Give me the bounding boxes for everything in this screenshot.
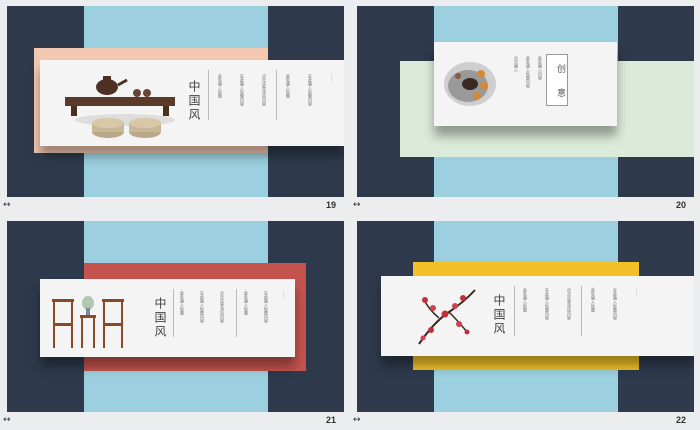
- divider: [173, 289, 174, 337]
- chairs-image: [52, 296, 124, 348]
- slide-thumbnail-20[interactable]: 点击输入 此处输入标题内容 此处输入内容 创 意 ↔ 20: [350, 0, 694, 215]
- text-column: 在此输入标题内容: [308, 74, 313, 106]
- text-column: 此处输入标题: [286, 74, 291, 98]
- slide-canvas: 中国风 此处输入标题 在此输入标题内容 点击这里添加内容 此处输入标题 在此输入…: [357, 221, 694, 412]
- text-column: 此处输入标题: [218, 74, 223, 98]
- slide-title: 中国风: [187, 80, 201, 122]
- transition-icon: ↔: [3, 200, 11, 210]
- content-card: 点击输入 此处输入标题内容 此处输入内容 创 意: [434, 42, 617, 126]
- text-column: 此处输入内容: [538, 56, 543, 80]
- slide-title: 中国风: [153, 297, 167, 339]
- slide-number: 19: [325, 200, 336, 210]
- content-card: 中国风 此处输入标题 在此输入标题内容 点击这里添加内容 此处输入标题 在此输入…: [40, 60, 344, 146]
- text-column: 在此输入标题内容: [200, 291, 205, 323]
- text-column: 点击输入: [514, 56, 519, 72]
- text-column: 在此输入标题内容: [545, 288, 550, 320]
- divider: [514, 286, 515, 336]
- slide-number: 21: [325, 415, 336, 425]
- tea-table-image: [65, 76, 175, 138]
- text-column: 此处输入标题内容: [526, 56, 531, 88]
- text-column: 此处输入标题: [591, 288, 596, 312]
- text-column: 在此输入标题内容: [240, 74, 245, 106]
- divider: [276, 70, 277, 120]
- transition-icon: ↔: [353, 200, 361, 210]
- content-card: 中国风 此处输入标题 在此输入标题内容 点击这里添加内容 此处输入标题 在此输入…: [40, 279, 295, 357]
- slide-footer: ↔ 19: [0, 197, 344, 215]
- transition-icon: ↔: [353, 415, 361, 425]
- slide-thumbnail-19[interactable]: 中国风 此处输入标题 在此输入标题内容 点击这里添加内容 此处输入标题 在此输入…: [0, 0, 344, 215]
- slide-number: 20: [675, 200, 686, 210]
- slide-thumbnail-22[interactable]: 中国风 此处输入标题 在此输入标题内容 点击这里添加内容 此处输入标题 在此输入…: [350, 215, 694, 430]
- text-column: 此处输入标题: [244, 291, 249, 315]
- creative-label-box: 创 意: [546, 54, 568, 106]
- slide-footer: ↔ 20: [350, 197, 694, 215]
- text-column: 点击这里添加内容: [220, 291, 225, 323]
- transition-icon: ↔: [3, 415, 11, 425]
- text-column: 此处输入标题: [180, 291, 185, 315]
- content-card: 中国风 此处输入标题 在此输入标题内容 点击这里添加内容 此处输入标题 在此输入…: [381, 276, 694, 356]
- ellipsis: ……: [635, 288, 640, 296]
- divider: [581, 286, 582, 336]
- slide-canvas: 中国风 此处输入标题 在此输入标题内容 点击这里添加内容 此处输入标题 在此输入…: [7, 6, 344, 197]
- divider: [236, 289, 237, 337]
- text-column: 点击这里添加内容: [262, 74, 267, 106]
- tea-set-image: [444, 62, 496, 106]
- ellipsis: ……: [330, 74, 335, 82]
- plum-blossom-image: [418, 289, 476, 345]
- slide-thumbnail-21[interactable]: 中国风 此处输入标题 在此输入标题内容 点击这里添加内容 此处输入标题 在此输入…: [0, 215, 344, 430]
- slide-footer: ↔ 22: [350, 412, 694, 430]
- text-column: 在此输入标题内容: [613, 288, 618, 320]
- text-column: 此处输入标题: [523, 288, 528, 312]
- text-column: 在此输入标题内容: [264, 291, 269, 323]
- text-column: 点击这里添加内容: [567, 288, 572, 320]
- slide-canvas: 点击输入 此处输入标题内容 此处输入内容 创 意: [357, 6, 694, 197]
- slide-number: 22: [675, 415, 686, 425]
- slide-footer: ↔ 21: [0, 412, 344, 430]
- divider: [208, 70, 209, 120]
- ellipsis: ……: [282, 291, 287, 299]
- slide-canvas: 中国风 此处输入标题 在此输入标题内容 点击这里添加内容 此处输入标题 在此输入…: [7, 221, 344, 412]
- slide-title: 中国风: [492, 294, 506, 336]
